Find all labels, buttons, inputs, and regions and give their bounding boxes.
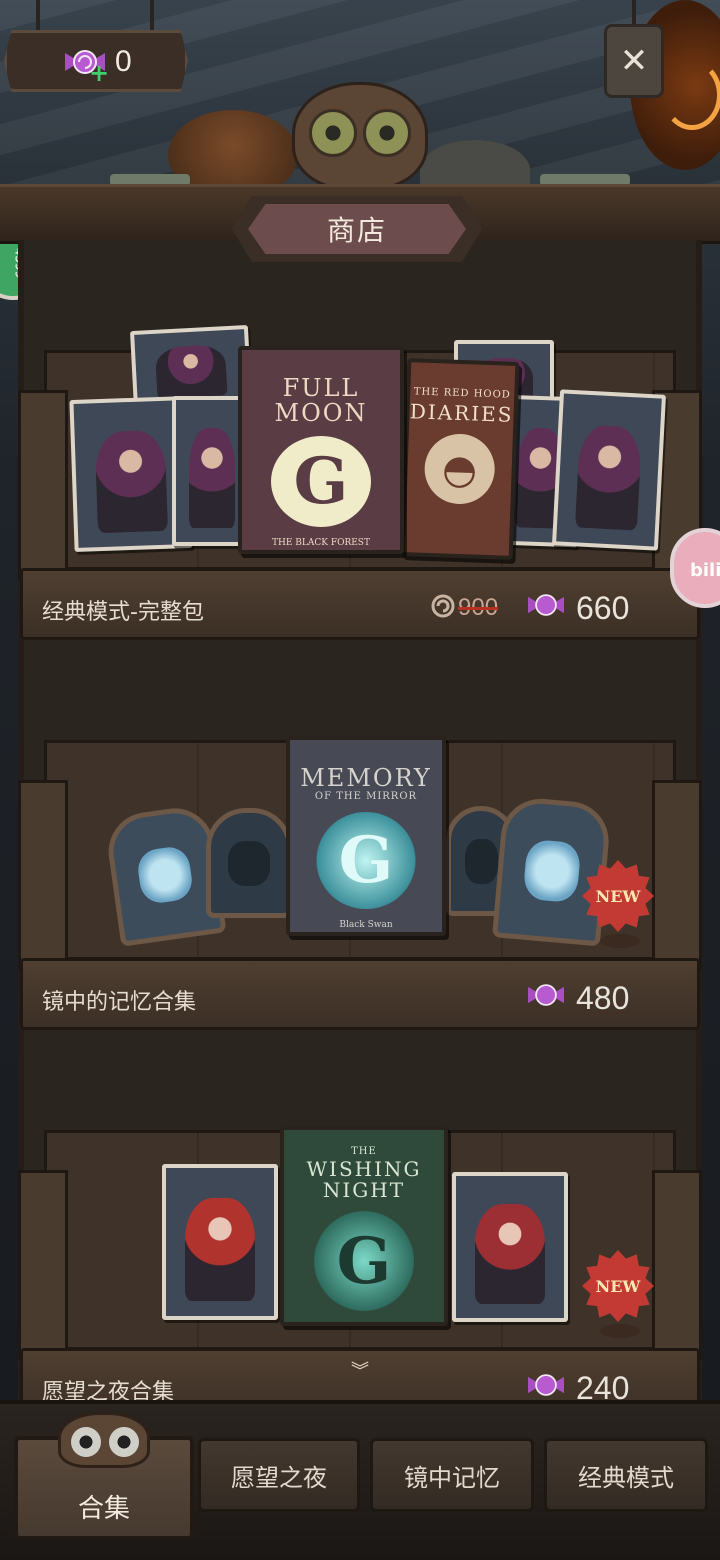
rope <box>36 0 40 32</box>
book-title: WISHING NIGHT <box>306 1157 422 1202</box>
rope <box>150 0 154 32</box>
badge-stand <box>600 1324 640 1338</box>
memory-frame <box>206 808 292 918</box>
memory-book: MEMORY OF THE MIRROR G Black Swan <box>286 736 446 936</box>
book-title: MEMORY <box>300 764 432 792</box>
tab-classic-mode[interactable]: 经典模式 <box>544 1438 708 1512</box>
owl-mascot <box>292 82 428 190</box>
tab-label: 镜中记忆 <box>404 1463 500 1492</box>
book-subtitle: THE <box>351 1146 377 1157</box>
owl-eye <box>363 109 411 157</box>
book-caption: Black Swan <box>339 920 393 931</box>
close-button[interactable]: ✕ <box>604 24 664 98</box>
candy-icon <box>528 594 564 616</box>
bili-text: bili <box>690 560 720 581</box>
shelf-side <box>652 780 702 970</box>
book-emblem-icon: ◓ <box>423 432 496 506</box>
tab-label: 愿望之夜 <box>231 1463 327 1492</box>
candy-amount: 0 <box>115 45 132 78</box>
coin-icon <box>431 594 455 618</box>
owl-eye <box>309 109 357 157</box>
wishing-night-book: THE WISHING NIGHT G <box>280 1126 448 1326</box>
page-title: 商店 <box>248 204 466 254</box>
tab-label: 经典模式 <box>578 1463 674 1492</box>
tab-mirror-memory[interactable]: 镜中记忆 <box>370 1438 534 1512</box>
book-title: DIARIES <box>409 399 514 427</box>
rope <box>632 0 636 26</box>
badge-stand <box>600 934 640 948</box>
sale-price: 480 <box>576 980 630 1016</box>
character-card <box>551 389 667 551</box>
close-icon: ✕ <box>619 41 649 81</box>
shelf-side <box>18 780 68 970</box>
scroll-down-chevron-icon[interactable]: ︾ <box>340 1363 380 1400</box>
product-name: 经典模式-完整包 <box>42 600 204 625</box>
plus-icon[interactable]: + <box>89 59 109 87</box>
character-card <box>452 1172 568 1322</box>
book-title: FULL MOON <box>274 374 368 428</box>
shelf-side <box>652 1170 702 1360</box>
character-card <box>162 1164 278 1320</box>
book-subtitle: THE RED HOOD <box>413 386 511 401</box>
moon-swirl-icon: G <box>271 436 371 528</box>
tab-wishing-night[interactable]: 愿望之夜 <box>198 1438 360 1512</box>
tab-label: 合集 <box>77 1494 130 1524</box>
sale-price: 660 <box>576 590 630 626</box>
shelf-side <box>18 390 68 580</box>
candy-icon <box>528 1374 564 1396</box>
mirror-swirl-icon: G <box>316 812 416 910</box>
candy-icon <box>528 984 564 1006</box>
book-subtitle: OF THE MIRROR <box>314 791 418 803</box>
owl-tab-mascot-icon <box>58 1412 150 1468</box>
product-name: 镜中的记忆合集 <box>42 990 197 1015</box>
memory-frame <box>492 795 612 947</box>
diaries-book: THE RED HOOD DIARIES ◓ <box>400 358 520 560</box>
book-caption: THE BLACK FOREST <box>272 538 370 549</box>
full-moon-book: FULL MOON G THE BLACK FOREST <box>238 346 404 554</box>
original-price: 900 <box>458 594 499 621</box>
shelf-side <box>18 1170 68 1360</box>
candy-currency-panel[interactable]: + 0 <box>4 30 188 92</box>
wishing-swirl-icon: G <box>314 1211 414 1311</box>
